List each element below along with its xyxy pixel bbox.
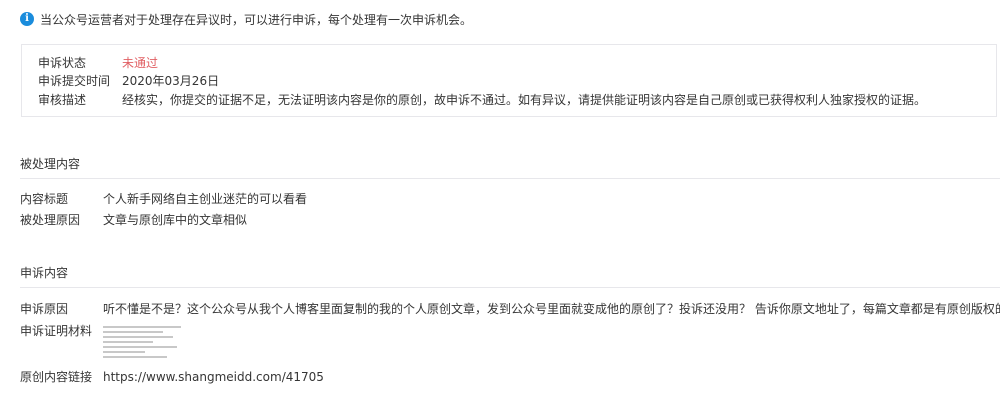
content-title-value: 个人新手网络自主创业迷茫的可以看看: [103, 192, 308, 206]
original-link-row: 原创内容链接 https://www.shangmeidd.com/41705: [20, 368, 324, 386]
info-icon: i: [20, 12, 34, 26]
divider: [20, 287, 1000, 288]
appeal-reason-label: 申诉原因: [20, 302, 69, 316]
content-title-label: 内容标题: [20, 192, 69, 206]
appeal-reason-row: 申诉原因 听不懂是不是？这个公众号从我个人博客里面复制的我的个人原创文章，发到公众…: [20, 300, 1000, 318]
appeal-section-title: 申诉内容: [20, 266, 69, 280]
review-desc-value: 经核实，你提交的证据不足，无法证明该内容是你的原创，故申诉不通过。如有异议，请提…: [122, 93, 927, 107]
appeal-status-panel: 申诉状态 未通过 申诉提交时间 2020年03月26日 审核描述 经核实，你提交的证据…: [21, 44, 997, 117]
status-label: 申诉状态: [38, 56, 87, 70]
notice-bar: i 当公众号运营者对于处理存在异议时，可以进行申诉，每个处理有一次申诉机会。: [20, 10, 472, 28]
appeal-reason-value: 听不懂是不是？这个公众号从我个人博客里面复制的我的个人原创文章，发到公众号里面就…: [103, 302, 1000, 316]
processed-reason-row: 被处理原因 文章与原创库中的文章相似: [20, 211, 247, 229]
notice-text: 当公众号运营者对于处理存在异议时，可以进行申诉，每个处理有一次申诉机会。: [40, 12, 473, 27]
processed-section-title: 被处理内容: [20, 157, 81, 171]
evidence-label: 申诉证明材料: [20, 324, 93, 338]
processed-reason-label: 被处理原因: [20, 213, 81, 227]
processed-reason-value: 文章与原创库中的文章相似: [103, 213, 248, 227]
original-link-value[interactable]: https://www.shangmeidd.com/41705: [103, 370, 324, 384]
evidence-thumbnail[interactable]: [103, 325, 187, 359]
review-desc-row: 审核描述 经核实，你提交的证据不足，无法证明该内容是你的原创，故申诉不通过。如有异…: [38, 91, 926, 109]
submit-time-row: 申诉提交时间 2020年03月26日: [38, 72, 219, 90]
submit-time-label: 申诉提交时间: [38, 74, 111, 88]
divider: [20, 178, 1000, 179]
content-title-row: 内容标题 个人新手网络自主创业迷茫的可以看看: [20, 190, 307, 208]
submit-time-value: 2020年03月26日: [122, 74, 220, 88]
status-row: 申诉状态 未通过: [38, 54, 158, 72]
original-link-label: 原创内容链接: [20, 370, 93, 384]
status-badge: 未通过: [122, 56, 159, 70]
review-desc-label: 审核描述: [38, 93, 87, 107]
evidence-row: 申诉证明材料: [20, 322, 92, 340]
